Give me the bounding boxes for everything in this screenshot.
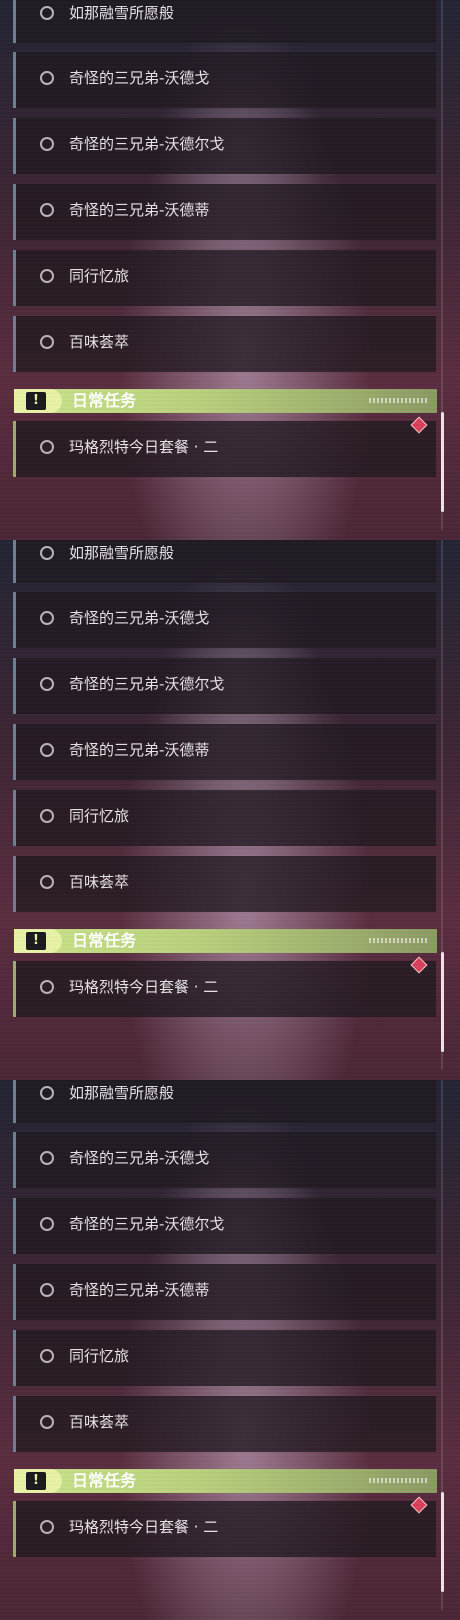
quest-panel: 如那融雪所愿般 奇怪的三兄弟-沃德戈 奇怪的三兄弟-沃德尔戈 奇怪的三兄弟-沃德… [0,1080,460,1620]
quest-status-ring-icon [40,137,54,151]
exclamation-icon: ! [26,392,46,410]
header-chip: ! [14,929,62,953]
scrollbar-thumb[interactable] [441,412,444,512]
daily-quest-item[interactable]: 玛格烈特今日套餐 · 二 [13,961,436,1017]
quest-status-ring-icon [40,440,54,454]
exclamation-icon: ! [26,932,46,950]
quest-status-ring-icon [40,546,54,560]
daily-quests-header[interactable]: ! 日常任务 [14,929,437,953]
quest-title: 奇怪的三兄弟-沃德尔戈 [69,675,225,693]
header-chip: ! [14,389,62,413]
quest-item[interactable]: 同行忆旅 [13,250,436,306]
quest-item[interactable]: 奇怪的三兄弟-沃德蒂 [13,184,436,240]
quest-panel: 如那融雪所愿般 奇怪的三兄弟-沃德戈 奇怪的三兄弟-沃德尔戈 奇怪的三兄弟-沃德… [0,0,460,540]
section-title: 日常任务 [72,391,137,410]
daily-quest-item[interactable]: 玛格烈特今日套餐 · 二 [13,1501,436,1557]
exclamation-icon: ! [26,1472,46,1490]
quest-title: 奇怪的三兄弟-沃德尔戈 [69,135,225,153]
quest-title: 百味荟萃 [69,873,130,891]
section-title: 日常任务 [72,1471,137,1490]
quest-title: 同行忆旅 [69,807,130,825]
daily-quests-header[interactable]: ! 日常任务 [14,1469,437,1493]
quest-title: 百味荟萃 [69,333,130,351]
quest-item[interactable]: 百味荟萃 [13,856,436,912]
quest-item[interactable]: 百味荟萃 [13,316,436,372]
quest-title: 百味荟萃 [69,1413,130,1431]
quest-item[interactable]: 奇怪的三兄弟-沃德尔戈 [13,658,436,714]
section-title: 日常任务 [72,931,137,950]
quest-status-ring-icon [40,203,54,217]
header-decoration [369,1478,427,1483]
quest-title: 玛格烈特今日套餐 · 二 [69,1518,219,1536]
quest-status-ring-icon [40,1415,54,1429]
quest-status-ring-icon [40,269,54,283]
quest-status-ring-icon [40,743,54,757]
quest-title: 玛格烈特今日套餐 · 二 [69,978,219,996]
quest-status-ring-icon [40,1349,54,1363]
quest-title: 奇怪的三兄弟-沃德蒂 [69,741,210,759]
quest-item[interactable]: 如那融雪所愿般 [13,540,436,583]
quest-item[interactable]: 奇怪的三兄弟-沃德尔戈 [13,1198,436,1254]
quest-item[interactable]: 如那融雪所愿般 [13,1080,436,1123]
quest-title: 奇怪的三兄弟-沃德戈 [69,69,210,87]
quest-item[interactable]: 奇怪的三兄弟-沃德戈 [13,1132,436,1188]
quest-status-ring-icon [40,1520,54,1534]
scrollbar-thumb[interactable] [441,1492,444,1592]
quest-title: 如那融雪所愿般 [69,1084,175,1102]
quest-title: 奇怪的三兄弟-沃德蒂 [69,1281,210,1299]
quest-panel: 如那融雪所愿般 奇怪的三兄弟-沃德戈 奇怪的三兄弟-沃德尔戈 奇怪的三兄弟-沃德… [0,540,460,1080]
quest-title: 奇怪的三兄弟-沃德尔戈 [69,1215,225,1233]
scrollbar-thumb[interactable] [441,952,444,1052]
quest-status-ring-icon [40,809,54,823]
header-decoration [369,398,427,403]
quest-status-ring-icon [40,1086,54,1100]
header-decoration [369,938,427,943]
quest-item[interactable]: 奇怪的三兄弟-沃德蒂 [13,724,436,780]
quest-title: 如那融雪所愿般 [69,4,175,22]
quest-title: 如那融雪所愿般 [69,544,175,562]
quest-item[interactable]: 奇怪的三兄弟-沃德戈 [13,52,436,108]
daily-quest-item[interactable]: 玛格烈特今日套餐 · 二 [13,421,436,477]
quest-item[interactable]: 同行忆旅 [13,790,436,846]
quest-status-ring-icon [40,1283,54,1297]
quest-status-ring-icon [40,1217,54,1231]
quest-status-ring-icon [40,980,54,994]
header-chip: ! [14,1469,62,1493]
quest-title: 同行忆旅 [69,1347,130,1365]
quest-item[interactable]: 如那融雪所愿般 [13,0,436,43]
quest-status-ring-icon [40,6,54,20]
quest-status-ring-icon [40,611,54,625]
quest-title: 奇怪的三兄弟-沃德戈 [69,609,210,627]
quest-status-ring-icon [40,1151,54,1165]
daily-quests-header[interactable]: ! 日常任务 [14,389,437,413]
quest-item[interactable]: 奇怪的三兄弟-沃德戈 [13,592,436,648]
quest-status-ring-icon [40,677,54,691]
quest-status-ring-icon [40,335,54,349]
quest-title: 同行忆旅 [69,267,130,285]
quest-item[interactable]: 奇怪的三兄弟-沃德蒂 [13,1264,436,1320]
quest-item[interactable]: 百味荟萃 [13,1396,436,1452]
quest-item[interactable]: 同行忆旅 [13,1330,436,1386]
quest-item[interactable]: 奇怪的三兄弟-沃德尔戈 [13,118,436,174]
quest-title: 奇怪的三兄弟-沃德戈 [69,1149,210,1167]
quest-status-ring-icon [40,875,54,889]
quest-title: 奇怪的三兄弟-沃德蒂 [69,201,210,219]
quest-title: 玛格烈特今日套餐 · 二 [69,438,219,456]
quest-status-ring-icon [40,71,54,85]
